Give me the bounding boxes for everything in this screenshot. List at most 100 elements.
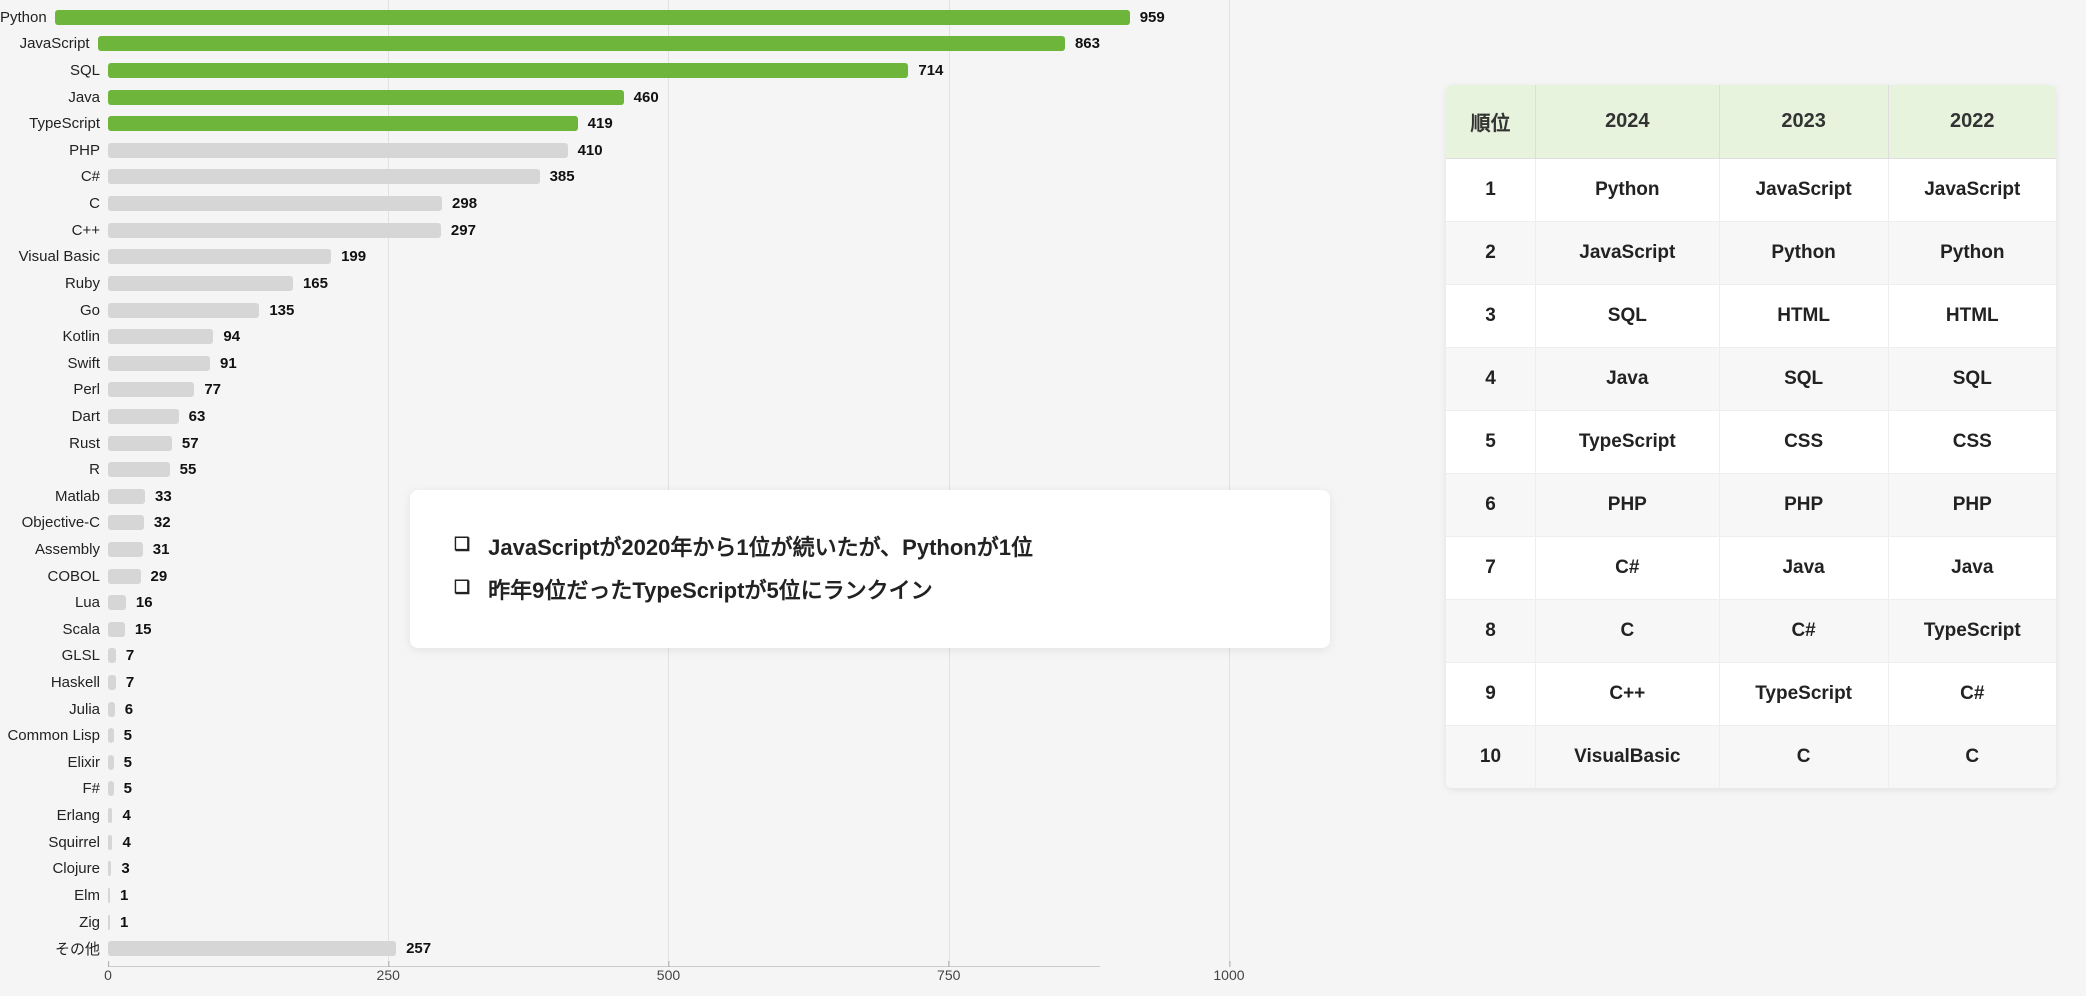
table-cell: TypeScript — [1720, 663, 1889, 726]
table-cell: 5 — [1446, 411, 1536, 474]
table-cell: PHP — [1536, 474, 1720, 537]
bar-value: 714 — [918, 62, 943, 79]
table-row: 1PythonJavaScriptJavaScript — [1446, 159, 2056, 222]
table-cell: C — [1889, 726, 2056, 788]
table-row: 4JavaSQLSQL — [1446, 348, 2056, 411]
bar-value: 410 — [578, 142, 603, 159]
x-tick: 1000 — [1213, 967, 1244, 983]
bar-row: Elixir5 — [0, 752, 1100, 773]
bar-track: 7 — [108, 646, 1100, 667]
bar-row: Common Lisp5 — [0, 726, 1100, 747]
bar-value: 5 — [124, 780, 132, 797]
bar — [108, 728, 114, 743]
bar-label: C — [0, 195, 108, 212]
bar-label: Java — [0, 89, 108, 106]
bar-value: 199 — [341, 248, 366, 265]
annotation-text: 昨年9位だったTypeScriptが5位にランクイン — [488, 573, 933, 608]
bar-row: Swift91 — [0, 353, 1100, 374]
bar-label: Haskell — [0, 674, 108, 691]
bar-value: 77 — [204, 381, 221, 398]
bar — [108, 489, 145, 504]
bar-value: 15 — [135, 621, 152, 638]
bar-row: Perl 77 — [0, 380, 1100, 401]
bar-row: Rust57 — [0, 433, 1100, 454]
bar-value: 297 — [451, 222, 476, 239]
table-cell: Python — [1720, 222, 1889, 285]
bar-value: 1 — [120, 887, 128, 904]
bar — [108, 223, 441, 238]
bar-value: 5 — [124, 727, 132, 744]
bar-row: Dart63 — [0, 406, 1100, 427]
bar — [108, 169, 540, 184]
table-row: 8CC#TypeScript — [1446, 600, 2056, 663]
bar-track: 4 — [108, 805, 1100, 826]
bar-row: Erlang4 — [0, 805, 1100, 826]
bar — [108, 755, 114, 770]
table-row: 7C#JavaJava — [1446, 537, 2056, 600]
bar-track: 863 — [98, 34, 1100, 55]
bar-label: Dart — [0, 408, 108, 425]
bar-value: 298 — [452, 195, 477, 212]
bar-label: GLSL — [0, 647, 108, 664]
table-cell: Java — [1889, 537, 2056, 600]
table-cell: 8 — [1446, 600, 1536, 663]
table-header: 2022 — [1889, 85, 2056, 159]
bar-value: 4 — [122, 834, 130, 851]
table-cell: JavaScript — [1536, 222, 1720, 285]
bar-track: 385 — [108, 167, 1100, 188]
annotation-text: JavaScriptが2020年から1位が続いたが、Pythonが1位 — [488, 530, 1033, 565]
bar — [108, 356, 210, 371]
table-cell: C# — [1720, 600, 1889, 663]
bar-row: TypeScript419 — [0, 113, 1100, 134]
table-cell: CSS — [1720, 411, 1889, 474]
bar-label: Erlang — [0, 807, 108, 824]
bar — [108, 249, 331, 264]
table-cell: C — [1536, 600, 1720, 663]
bar-value: 7 — [126, 674, 134, 691]
bar-track: 5 — [108, 726, 1100, 747]
table-cell: 7 — [1446, 537, 1536, 600]
bar-value: 419 — [588, 115, 613, 132]
bar-value: 863 — [1075, 35, 1100, 52]
bar-row: PHP410 — [0, 140, 1100, 161]
bar-label: その他 — [0, 938, 108, 959]
bar-row: GLSL 7 — [0, 646, 1100, 667]
bar-track: 460 — [108, 87, 1100, 108]
bar-track: 959 — [55, 7, 1165, 28]
bar-value: 257 — [406, 940, 431, 957]
bar — [108, 675, 116, 690]
bar-track: 714 — [108, 60, 1100, 81]
bar-track: 1 — [108, 885, 1100, 906]
table-cell: PHP — [1720, 474, 1889, 537]
bar-label: Zig — [0, 914, 108, 931]
x-tick: 250 — [377, 967, 400, 983]
table-cell: Python — [1889, 222, 2056, 285]
bar — [108, 835, 112, 850]
table-cell: SQL — [1536, 285, 1720, 348]
bar-label: Perl — [0, 381, 108, 398]
bar-track: 135 — [108, 300, 1100, 321]
bar-track: 257 — [108, 938, 1100, 959]
bar-value: 32 — [154, 514, 171, 531]
bar-label: Visual Basic — [0, 248, 108, 265]
bar-track: 77 — [108, 380, 1100, 401]
bar — [108, 569, 141, 584]
annotation-item: ❏ 昨年9位だったTypeScriptが5位にランクイン — [454, 573, 1286, 608]
bar-track: 7 — [108, 672, 1100, 693]
bar-value: 7 — [126, 647, 134, 664]
bar-value: 959 — [1140, 9, 1165, 26]
table-cell: VisualBasic — [1536, 726, 1720, 788]
bar-label: Squirrel — [0, 834, 108, 851]
bar-track: 91 — [108, 353, 1100, 374]
bar-row: Ruby165 — [0, 273, 1100, 294]
table-cell: C# — [1889, 663, 2056, 726]
bar — [108, 90, 624, 105]
bar-track: 297 — [108, 220, 1100, 241]
x-tick: 500 — [657, 967, 680, 983]
bar-row: Haskell 7 — [0, 672, 1100, 693]
table-cell: C — [1720, 726, 1889, 788]
bar-label: Scala — [0, 621, 108, 638]
bar-label: F# — [0, 780, 108, 797]
table-cell: C++ — [1536, 663, 1720, 726]
bar — [108, 116, 578, 131]
